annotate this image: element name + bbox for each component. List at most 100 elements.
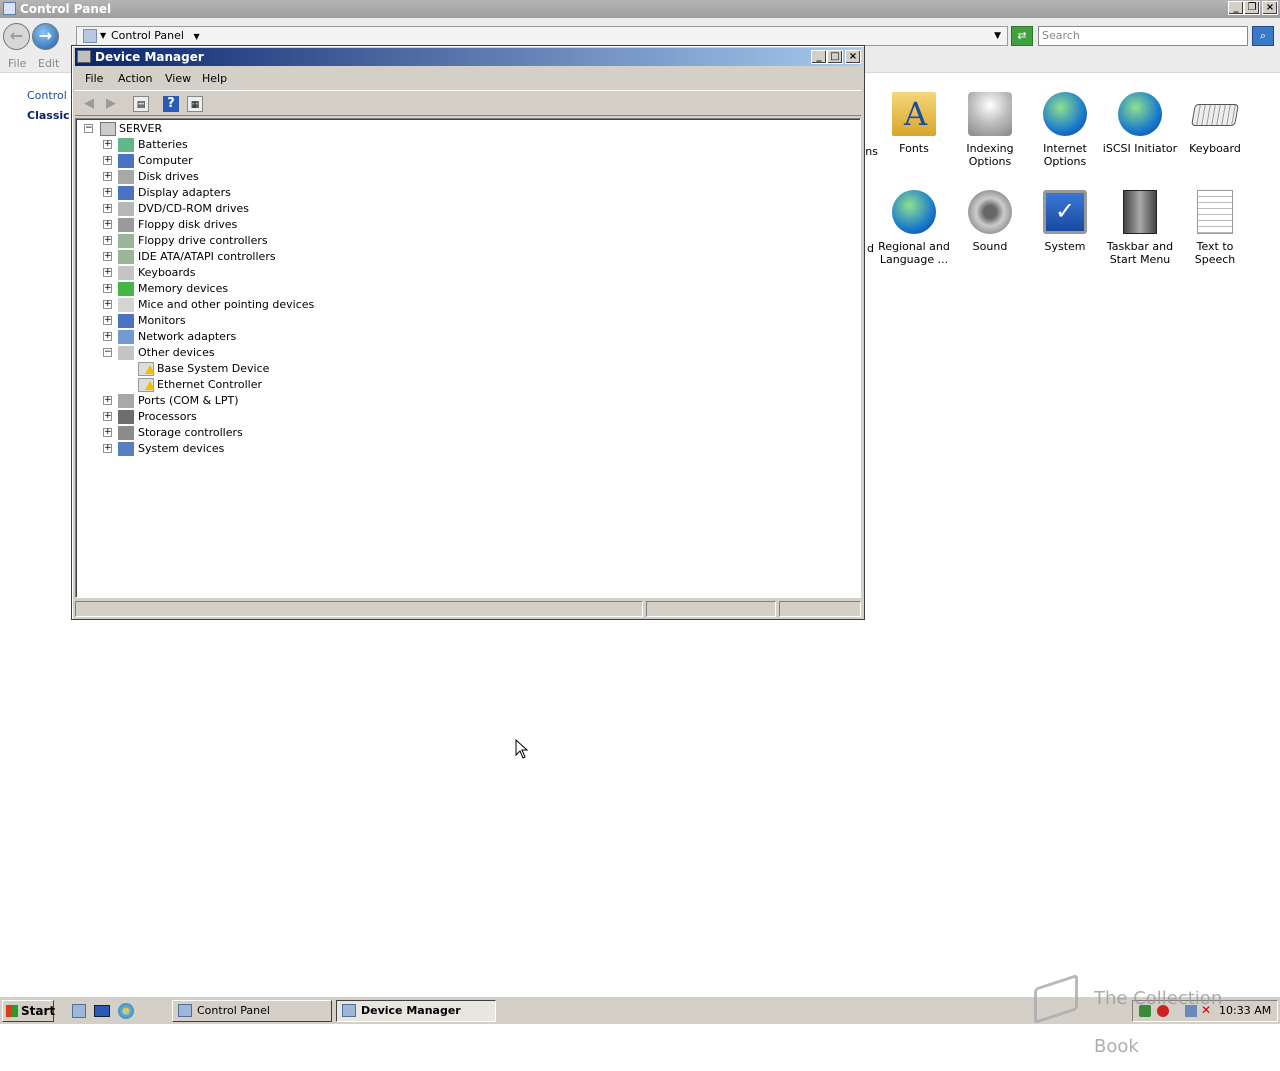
minimize-button[interactable]: _	[811, 50, 827, 64]
restore-button[interactable]: ❐	[1244, 1, 1260, 15]
close-button[interactable]: ×	[845, 50, 861, 64]
collapse-icon[interactable]: −	[103, 348, 112, 357]
expand-icon[interactable]: +	[103, 252, 112, 261]
expand-icon[interactable]: +	[103, 188, 112, 197]
cp-item-indexing-options[interactable]: Indexing Options	[952, 92, 1028, 168]
server-manager-icon[interactable]	[72, 1004, 86, 1018]
tree-node[interactable]: + Computer	[76, 153, 476, 169]
floppy-controller-icon	[118, 234, 134, 248]
device-manager-titlebar[interactable]: Device Manager _ □ ×	[75, 48, 861, 66]
menu-edit[interactable]: Edit	[38, 57, 59, 70]
device-tree[interactable]: − SERVER + Batteries + Computer + Disk drives + D…	[75, 118, 861, 598]
expand-icon[interactable]: +	[103, 284, 112, 293]
device-manager-window: Device Manager _ □ × File Action View He…	[71, 45, 865, 620]
tree-node[interactable]: + Network adapters	[76, 329, 476, 345]
chevron-down-icon[interactable]: ▼	[193, 32, 199, 41]
menu-action[interactable]: Action	[118, 72, 152, 85]
refresh-button[interactable]: ⇄	[1011, 26, 1033, 46]
tree-node[interactable]: + Processors	[76, 409, 476, 425]
cp-item-taskbar-start-menu[interactable]: Taskbar and Start Menu	[1102, 190, 1178, 266]
tree-node[interactable]: + Monitors	[76, 313, 476, 329]
expand-icon[interactable]: +	[103, 428, 112, 437]
expand-icon[interactable]: +	[103, 268, 112, 277]
start-button[interactable]: Start	[2, 1000, 55, 1022]
back-button[interactable]: ←	[3, 23, 30, 50]
tree-node[interactable]: + Floppy drive controllers	[76, 233, 476, 249]
taskbar-button-control-panel[interactable]: Control Panel	[172, 1000, 332, 1022]
tree-node[interactable]: + Disk drives	[76, 169, 476, 185]
cp-item-sound[interactable]: Sound	[952, 190, 1028, 253]
close-button[interactable]: ×	[1262, 1, 1278, 15]
forward-arrow-icon[interactable]: ▶	[103, 96, 119, 112]
expand-icon[interactable]: +	[103, 396, 112, 405]
expand-icon[interactable]: +	[103, 204, 112, 213]
tree-node[interactable]: + Floppy disk drives	[76, 217, 476, 233]
cp-item-iscsi-initiator[interactable]: iSCSI Initiator	[1102, 92, 1178, 155]
expand-icon[interactable]: +	[103, 300, 112, 309]
monitor-icon	[118, 314, 134, 328]
tree-child-node[interactable]: Ethernet Controller	[76, 377, 476, 393]
expand-icon[interactable]: +	[103, 316, 112, 325]
cp-item-fonts[interactable]: A Fonts	[876, 92, 952, 155]
control-panel-icon	[3, 2, 16, 15]
tree-node[interactable]: + DVD/CD-ROM drives	[76, 201, 476, 217]
tree-node[interactable]: + IDE ATA/ATAPI controllers	[76, 249, 476, 265]
warning-icon	[145, 365, 155, 374]
menu-view[interactable]: View	[165, 72, 191, 85]
cp-item-regional-language[interactable]: Regional and Language ...	[876, 190, 952, 266]
address-dropdown-icon[interactable]: ▼	[994, 27, 1001, 45]
device-manager-icon	[342, 1004, 356, 1017]
expand-icon[interactable]: +	[103, 412, 112, 421]
chevron-down-icon[interactable]: ▼	[100, 27, 106, 45]
expand-icon[interactable]: +	[103, 236, 112, 245]
cp-item-internet-options[interactable]: Internet Options	[1027, 92, 1103, 168]
taskbar-icon	[1123, 190, 1157, 234]
cp-item-system[interactable]: ✓ System	[1027, 190, 1103, 253]
internet-explorer-icon[interactable]: e	[118, 1003, 134, 1019]
menu-file[interactable]: File	[8, 57, 26, 70]
tree-node[interactable]: + Storage controllers	[76, 425, 476, 441]
expand-icon[interactable]: +	[103, 172, 112, 181]
forward-button[interactable]: →	[32, 23, 59, 50]
expand-icon[interactable]: +	[103, 156, 112, 165]
keyboard-icon	[1191, 104, 1239, 126]
show-desktop-icon[interactable]	[94, 1005, 110, 1017]
back-arrow-icon[interactable]: ◀	[81, 96, 97, 112]
expand-icon[interactable]: +	[103, 220, 112, 229]
tree-node[interactable]: + Mice and other pointing devices	[76, 297, 476, 313]
breadcrumb[interactable]: Control Panel	[111, 29, 184, 42]
tree-root-server[interactable]: − SERVER	[76, 121, 376, 137]
tree-node[interactable]: + System devices	[76, 441, 476, 457]
expand-icon[interactable]: +	[103, 332, 112, 341]
cp-item-keyboard[interactable]: Keyboard	[1177, 92, 1253, 155]
control-panel-titlebar[interactable]: Control Panel _ ❐ ×	[0, 0, 1280, 18]
show-hide-tree-icon[interactable]: ▤	[133, 96, 149, 112]
maximize-button[interactable]: □	[827, 50, 843, 64]
taskbar-button-device-manager[interactable]: Device Manager	[336, 1000, 496, 1022]
battery-icon	[118, 138, 134, 152]
properties-icon[interactable]: ▦	[187, 96, 203, 112]
cp-item-text-to-speech[interactable]: Text to Speech	[1177, 190, 1253, 266]
help-icon[interactable]: ?	[163, 96, 179, 112]
dvd-drive-icon	[118, 202, 134, 216]
keyboard-icon	[118, 266, 134, 280]
tree-node[interactable]: + Keyboards	[76, 265, 476, 281]
search-icon[interactable]: ⌕	[1252, 26, 1274, 46]
expand-icon[interactable]: +	[103, 444, 112, 453]
tree-node[interactable]: − Other devices	[76, 345, 476, 361]
expand-icon[interactable]: +	[103, 140, 112, 149]
tree-node[interactable]: + Ports (COM & LPT)	[76, 393, 476, 409]
menu-file[interactable]: File	[85, 72, 103, 85]
menu-help[interactable]: Help	[202, 72, 227, 85]
control-panel-home-link[interactable]: Control P	[27, 89, 77, 102]
collapse-icon[interactable]: −	[84, 124, 93, 133]
tree-label: Mice and other pointing devices	[138, 298, 315, 311]
tree-node[interactable]: + Batteries	[76, 137, 476, 153]
tree-label: Floppy disk drives	[138, 218, 238, 231]
tree-node[interactable]: + Display adapters	[76, 185, 476, 201]
minimize-button[interactable]: _	[1228, 1, 1244, 15]
tree-child-node[interactable]: Base System Device	[76, 361, 476, 377]
address-box[interactable]: ▼ Control Panel ▼ ▼	[76, 26, 1008, 46]
tree-node[interactable]: + Memory devices	[76, 281, 476, 297]
search-input[interactable]: Search	[1038, 26, 1248, 46]
